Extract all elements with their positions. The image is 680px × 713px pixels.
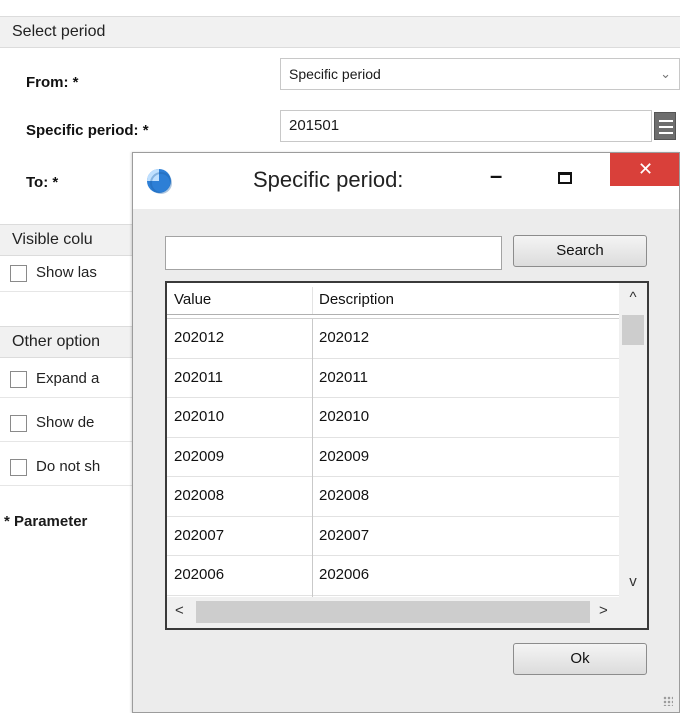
from-select[interactable]: Specific period ⌄ [280, 58, 680, 90]
dialog-title: Specific period: [253, 167, 404, 192]
vertical-scroll-thumb[interactable] [622, 315, 644, 345]
column-header-description[interactable]: Description [319, 291, 394, 308]
cell-value: 202007 [174, 526, 225, 544]
table-row[interactable]: 202012 202012 [167, 319, 619, 359]
scroll-up-icon[interactable]: ^ [619, 289, 647, 306]
do-not-show-checkbox[interactable] [10, 459, 27, 476]
cell-description: 202007 [319, 526, 370, 544]
horizontal-scroll-thumb[interactable] [196, 601, 590, 623]
table-row[interactable]: 202007 202007 [167, 517, 619, 556]
search-button[interactable]: Search [513, 235, 647, 267]
table-row[interactable]: 202006 202006 [167, 556, 619, 596]
period-grid: Value Description 202012 202012 202011 2… [165, 281, 649, 630]
scroll-down-icon[interactable]: v [619, 573, 647, 590]
scroll-left-icon[interactable]: < [175, 602, 184, 619]
cell-value: 202012 [174, 329, 225, 346]
table-row[interactable]: 202008 202008 [167, 477, 619, 517]
cell-description: 202006 [319, 566, 370, 583]
cell-value: 202010 [174, 408, 225, 425]
cell-value: 202008 [174, 487, 225, 504]
horizontal-scrollbar[interactable]: < > [167, 597, 619, 628]
specific-period-dialog: Specific period: – ✕ Search Value Descri… [132, 152, 680, 713]
dialog-titlebar[interactable]: Specific period: – ✕ [133, 153, 679, 209]
show-details-checkbox[interactable] [10, 415, 27, 432]
from-label: From: * [26, 74, 79, 91]
specific-period-label: Specific period: * [26, 122, 149, 139]
close-icon: ✕ [637, 159, 654, 179]
minimize-button[interactable]: – [490, 163, 502, 189]
chevron-down-icon: ⌄ [660, 66, 671, 81]
cell-description: 202008 [319, 487, 370, 504]
cell-value: 202011 [174, 368, 223, 386]
expand-checkbox[interactable] [10, 371, 27, 388]
cell-value: 202006 [174, 566, 225, 583]
from-select-value: Specific period [289, 66, 381, 82]
column-header-value[interactable]: Value [174, 291, 211, 308]
table-row[interactable]: 202010 202010 [167, 398, 619, 438]
ok-button[interactable]: Ok [513, 643, 647, 675]
cell-description: 202012 [319, 329, 370, 346]
pie-chart-icon [147, 169, 172, 194]
search-input[interactable] [165, 236, 502, 270]
cell-value: 202009 [174, 447, 225, 465]
cell-description: 202011 [319, 368, 368, 386]
menu-lines-icon [659, 120, 673, 122]
expand-label: Expand a [36, 370, 100, 387]
table-row[interactable]: 202009 202009 [167, 438, 619, 477]
close-button[interactable]: ✕ [610, 153, 679, 186]
maximize-button[interactable] [558, 172, 572, 184]
to-label: To: * [26, 174, 59, 191]
cell-description: 202010 [319, 408, 370, 425]
show-last-checkbox[interactable] [10, 265, 27, 282]
select-period-header: Select period [0, 16, 680, 48]
show-details-label: Show de [36, 414, 95, 431]
table-row[interactable]: 202011 202011 [167, 359, 619, 398]
do-not-show-label: Do not sh [36, 458, 101, 475]
vertical-scrollbar[interactable]: ^ v [619, 283, 647, 597]
resize-grip-icon[interactable] [663, 696, 673, 706]
lookup-button[interactable] [654, 112, 676, 140]
specific-period-input[interactable]: 201501 [280, 110, 652, 142]
required-footnote: * Parameter [4, 513, 88, 530]
show-last-label: Show las [36, 264, 97, 281]
grid-header: Value Description [167, 283, 619, 319]
scroll-right-icon[interactable]: > [599, 602, 608, 619]
cell-description: 202009 [319, 447, 370, 465]
grid-rows: 202012 202012 202011 202011 202010 20201… [167, 319, 619, 596]
